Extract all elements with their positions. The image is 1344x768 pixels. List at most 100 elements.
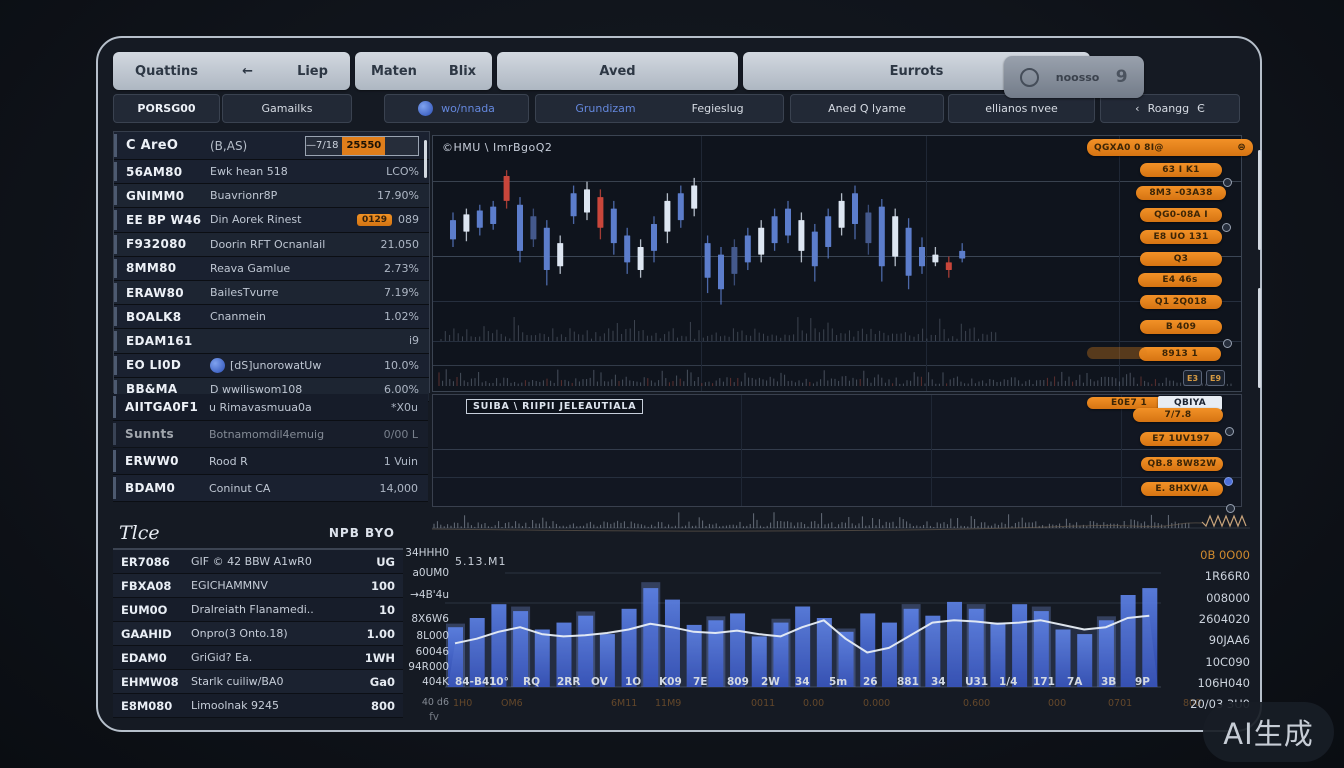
watchlist-row[interactable]: BDAM0Coninut CA14,000 xyxy=(113,475,428,502)
x-axis-label: 2RR xyxy=(557,676,580,688)
watchlist-row[interactable]: GNIMM0Buavrionr8P17.90% xyxy=(114,184,429,208)
tab-label[interactable]: Blix xyxy=(439,64,486,79)
price-badge[interactable]: 8M3 -03A38 xyxy=(1136,186,1226,200)
positions-row[interactable]: GAAHIDOnpro(3 Onto.18)1.00 xyxy=(113,622,403,646)
row-description: [dS]unorowatUw xyxy=(210,358,384,373)
row-symbol: EE BP W46 xyxy=(126,213,210,227)
x-axis-label: 7A xyxy=(1067,676,1082,688)
toolbar-button-4[interactable]: GrundizamFegieslug xyxy=(535,94,784,123)
tab-group-3[interactable]: Aved xyxy=(497,52,738,90)
toolbar-button-1[interactable]: PORSG00 xyxy=(113,94,220,123)
price-badge[interactable]: B 409 xyxy=(1140,320,1222,334)
toolbar-label: Grundizam xyxy=(575,102,635,115)
watchlist-row[interactable]: EDAM161i9 xyxy=(114,329,429,353)
price-badge[interactable]: QB.8 8W82W xyxy=(1141,457,1223,471)
watchlist-row[interactable]: ERAW80BailesTvurre7.19% xyxy=(114,281,429,305)
positions-row[interactable]: FBXA08EGICHAMMNV100 xyxy=(113,574,403,598)
watchlist-row[interactable]: EE BP W46Din Aorek Rinest0129089 xyxy=(114,208,429,232)
toolbar-button-5[interactable]: Aned Q lyame xyxy=(790,94,944,123)
price-badge-faded[interactable] xyxy=(1087,347,1147,359)
price-badge[interactable]: 7/7.8 xyxy=(1133,408,1223,422)
positions-row[interactable]: EUM0ODralreiath Flanamedi..10 xyxy=(113,598,403,622)
x-axis-label: 2W xyxy=(761,676,780,688)
row-symbol: GNIMM0 xyxy=(126,189,210,203)
toolbar-button-2[interactable]: Gamailks xyxy=(222,94,352,123)
price-badge[interactable]: QG0-08A I xyxy=(1140,208,1222,222)
symbol-exchange: (B,AS) xyxy=(210,139,305,153)
x-axis-label: U31 xyxy=(965,676,988,688)
watchlist-row[interactable]: AIITGA0F1u Rimavasmuua0a*X0u xyxy=(113,394,428,421)
price-badge[interactable]: 63 I K1 xyxy=(1140,163,1222,177)
toolbar-button-3[interactable]: wo/nnada xyxy=(384,94,529,123)
row-description: Limoolnak 9245 xyxy=(191,699,371,712)
x-axis-label: 26 xyxy=(863,676,878,688)
price-badge[interactable]: Q3 xyxy=(1140,252,1222,266)
x-axis-sublabel: 1H0 xyxy=(453,698,472,709)
positions-row[interactable]: E8M080Limoolnak 9245800 xyxy=(113,694,403,718)
watchlist-row[interactable]: 56AM80Ewk hean 518LCO% xyxy=(114,160,429,184)
watchlist-row[interactable]: ERWW0Rood R1 Vuin xyxy=(113,448,428,475)
row-value: 7.19% xyxy=(384,286,419,299)
price-badge-main[interactable]: QGXA0 0 8I@⊜ xyxy=(1087,139,1253,156)
volume-bar-chart[interactable]: 5.13.M1 34HHH0a0UM0→4B'4u8X6W68L00060046… xyxy=(393,545,1163,725)
tab-label[interactable]: Liep xyxy=(287,64,338,79)
orders-panel[interactable]: SUIBA \ RIIPII JELEAUTIALA xyxy=(432,394,1242,507)
positions-table: Tlce NPB BYO ER7086GIF © 42 BBW A1wR0UGF… xyxy=(113,518,403,718)
watchlist-scrollbar[interactable] xyxy=(424,140,427,178)
tab-label[interactable]: Maten xyxy=(361,64,427,79)
positions-row[interactable]: EDAM0GriGid? Ea.1WH xyxy=(113,646,403,670)
row-description: Botnamomdil4emuig xyxy=(209,428,384,441)
watchlist-row[interactable]: EO LI0D[dS]unorowatUw10.0% xyxy=(114,354,429,378)
watchlist-header-row[interactable]: C AreO (B,AS) —7/18 25550 xyxy=(114,132,429,160)
x-axis-label: 9P xyxy=(1135,676,1150,688)
row-value-text: LCO% xyxy=(386,165,419,178)
row-symbol: E8M080 xyxy=(121,699,191,713)
price-badge[interactable]: Q1 2Q018 xyxy=(1140,295,1222,309)
row-symbol: BDAM0 xyxy=(125,481,209,495)
positions-row[interactable]: EHMW08Starlk cuiliw/BA0Ga0 xyxy=(113,670,403,694)
window-scrollbar[interactable] xyxy=(1258,150,1261,250)
row-value: *X0u xyxy=(391,401,418,414)
tab-label[interactable]: Quattins xyxy=(125,64,208,79)
price-badge[interactable]: E7 1UV197 xyxy=(1140,432,1222,446)
x-axis-label: 34 xyxy=(931,676,946,688)
ladder-value: 90JAA6 xyxy=(1160,633,1250,647)
tab-group-1[interactable]: Quattins ← Liep xyxy=(113,52,350,90)
row-description: GriGid? Ea. xyxy=(191,651,365,664)
watchlist-row[interactable]: SunntsBotnamomdil4emuig0/00 L xyxy=(113,421,428,448)
price-badge[interactable]: E. 8HXV/A xyxy=(1141,482,1223,496)
price-input[interactable]: —7/18 25550 xyxy=(305,136,419,156)
back-arrow-icon[interactable]: ← xyxy=(232,64,263,79)
tab-label[interactable]: Eurrots xyxy=(880,64,954,79)
watchlist-row[interactable]: BOALK8Cnanmein1.02% xyxy=(114,305,429,329)
watchlist-row[interactable]: F932080Doorin RFT Ocnanlail21.050 xyxy=(114,233,429,257)
price-badge[interactable]: E8 UO 131 xyxy=(1140,230,1222,244)
ladder-value: 1R66R0 xyxy=(1160,569,1250,583)
x-axis-sublabel: 0.00 xyxy=(803,698,824,709)
price-badge[interactable]: E4 46s xyxy=(1138,273,1222,287)
watchlist-panel: C AreO (B,AS) —7/18 25550 56AM80Ewk hean… xyxy=(113,131,430,393)
watchlist-row[interactable]: 8MM80Reava Gamlue2.73% xyxy=(114,257,429,281)
row-description-text: Buavrionr8P xyxy=(210,189,277,202)
tool-icon[interactable]: E9 xyxy=(1206,370,1225,386)
row-symbol: 8MM80 xyxy=(126,261,210,275)
x-axis-label: 5m xyxy=(829,676,847,688)
toolbar-button-7[interactable]: ‹RoanggЄ xyxy=(1100,94,1240,123)
settings-button[interactable]: noosso 9 xyxy=(1004,56,1144,98)
tab-label[interactable]: Aved xyxy=(589,64,645,79)
window-scrollbar[interactable] xyxy=(1258,288,1261,388)
row-value: 1.02% xyxy=(384,310,419,323)
row-value: 21.050 xyxy=(381,238,420,251)
x-axis-sublabel: 0701 xyxy=(1108,698,1132,709)
tab-group-2[interactable]: Maten Blix xyxy=(355,52,492,90)
toolbar-label: PORSG00 xyxy=(137,102,195,115)
x-axis-label: 1O xyxy=(625,676,641,688)
tool-icon[interactable]: E3 xyxy=(1183,370,1202,386)
price-badge[interactable]: 8913 1 xyxy=(1139,347,1221,361)
toolbar-button-6[interactable]: ellianos nvee xyxy=(948,94,1095,123)
row-symbol: EDAM0 xyxy=(121,651,191,665)
price-input-highlight: 25550 xyxy=(342,137,385,155)
row-symbol: ERAW80 xyxy=(126,286,210,300)
positions-row[interactable]: ER7086GIF © 42 BBW A1wR0UG xyxy=(113,550,403,574)
row-description: GIF © 42 BBW A1wR0 xyxy=(191,555,376,568)
